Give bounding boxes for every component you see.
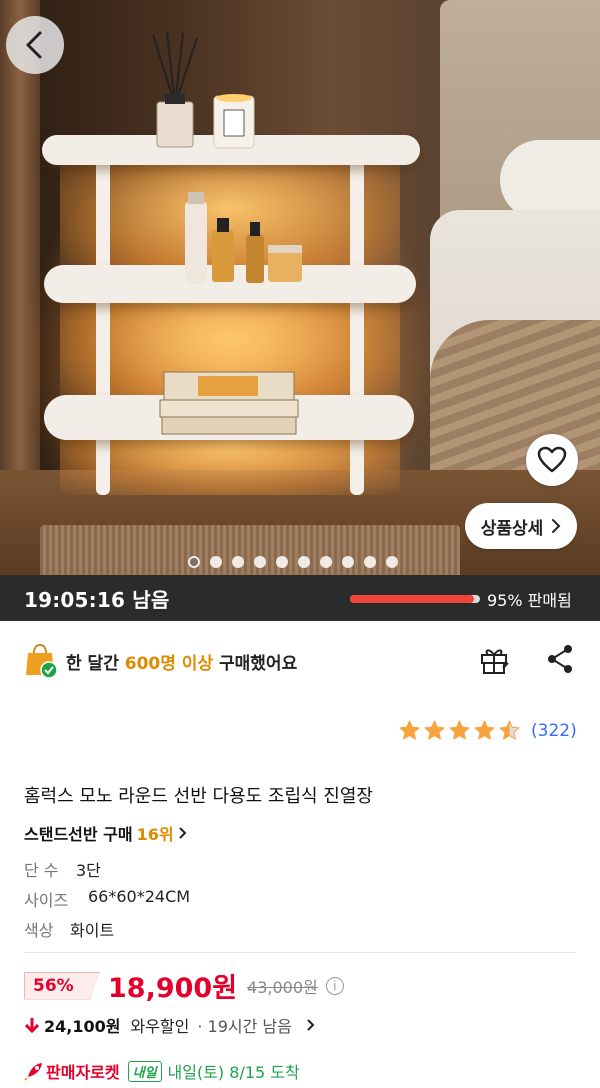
star-half-icon [499, 720, 520, 740]
divider [24, 952, 576, 953]
option-label: 단 수 [24, 861, 59, 880]
wow-price: 24,100원 [44, 1017, 121, 1036]
tomorrow-badge: 내일 [127, 1060, 162, 1082]
star-full-icon [449, 720, 470, 740]
sale-price: 18,900원 [108, 973, 238, 1004]
chevron-right-icon [178, 827, 187, 839]
delivery-row: 판매자로켓 내일 내일(토) 8/15 도착 [24, 1059, 300, 1083]
product-detail-button[interactable]: 상품상세 [465, 503, 577, 549]
sold-progress-bar [350, 595, 480, 603]
books-image [159, 371, 299, 435]
shelf-leg [96, 160, 110, 495]
option-tiers: 단 수 3단 [24, 857, 101, 881]
cosmetics-image [185, 192, 302, 284]
chevron-left-icon [26, 31, 42, 59]
candle-image [213, 94, 255, 149]
pagination-dot[interactable] [386, 556, 398, 568]
option-size: 사이즈 66*60*24CM [24, 887, 190, 911]
back-button[interactable] [6, 16, 64, 74]
pagination-dot[interactable] [342, 556, 354, 568]
option-label: 사이즈 [24, 891, 69, 910]
category-rank-link[interactable]: 스탠드선반 구매 16위 [24, 821, 188, 845]
discount-badge: 56% [24, 971, 100, 1000]
option-value: 66*60*24CM [88, 887, 191, 906]
share-icon[interactable] [546, 643, 574, 675]
image-pagination[interactable] [188, 556, 398, 568]
info-icon[interactable]: i [325, 976, 344, 995]
purchase-notice-suffix: 구매했어요 [213, 653, 298, 674]
review-count-link[interactable]: (322) [531, 721, 577, 741]
purchase-notice-text: 한 달간 600명 이상 구매했어요 [66, 649, 297, 674]
star-full-icon [399, 720, 420, 740]
product-detail-label: 상품상세 [480, 518, 544, 539]
seller-rocket-label: 판매자로켓 [46, 1063, 120, 1082]
arrow-down-icon [24, 1018, 40, 1034]
rank-value: 16위 [136, 825, 174, 844]
wow-discount-row[interactable]: 24,100원 와우할인 · 19시간 남음 [24, 1013, 316, 1037]
price-row: 56% 18,900원 43,000원 i [24, 966, 344, 1005]
star-full-icon [474, 720, 495, 740]
heart-icon [537, 446, 567, 473]
pagination-dot[interactable] [298, 556, 310, 568]
wow-label: 와우할인 [130, 1017, 190, 1036]
shopping-bag-check-icon [26, 643, 58, 679]
wishlist-button[interactable] [526, 434, 578, 486]
rank-prefix: 스탠드선반 구매 [24, 825, 133, 844]
sold-percent-label: 95% 판매됨 [487, 591, 572, 610]
star-full-icon [424, 720, 445, 740]
product-image[interactable]: 상품상세 [0, 0, 600, 575]
pillow [500, 140, 600, 220]
option-label: 색상 [24, 921, 54, 940]
rating[interactable]: (322) [398, 719, 577, 742]
purchase-count-highlight: 600명 이상 [124, 653, 214, 674]
chevron-right-icon [307, 1019, 315, 1031]
shelf-leg [350, 160, 364, 495]
pagination-dot[interactable] [232, 556, 244, 568]
diffuser-image [152, 31, 198, 148]
star-rating [398, 719, 523, 742]
pagination-dot[interactable] [210, 556, 222, 568]
purchase-notice: 한 달간 600명 이상 구매했어요 [24, 641, 580, 681]
time-remaining: 19:05:16 남음 [24, 587, 170, 612]
chevron-right-icon [552, 519, 561, 533]
original-price: 43,000원 [247, 977, 318, 997]
option-value: 화이트 [70, 921, 115, 940]
pagination-dot[interactable] [320, 556, 332, 568]
sold-progress-fill [350, 595, 474, 603]
option-color: 색상 화이트 [24, 917, 114, 941]
pagination-dot[interactable] [254, 556, 266, 568]
option-value: 3단 [76, 861, 101, 880]
pagination-dot[interactable] [276, 556, 288, 568]
pagination-dot[interactable] [188, 556, 200, 568]
deal-timer-bar: 19:05:16 남음 95% 판매됨 [0, 575, 600, 621]
gift-icon[interactable] [479, 643, 509, 675]
rocket-icon [24, 1063, 42, 1081]
arrival-date: 내일(토) 8/15 도착 [167, 1063, 300, 1082]
purchase-notice-prefix: 한 달간 [66, 653, 125, 674]
product-title: 홈럭스 모노 라운드 선반 다용도 조립식 진열장 [24, 786, 373, 807]
pagination-dot[interactable] [364, 556, 376, 568]
wow-time-remaining: · 19시간 남음 [197, 1017, 292, 1036]
